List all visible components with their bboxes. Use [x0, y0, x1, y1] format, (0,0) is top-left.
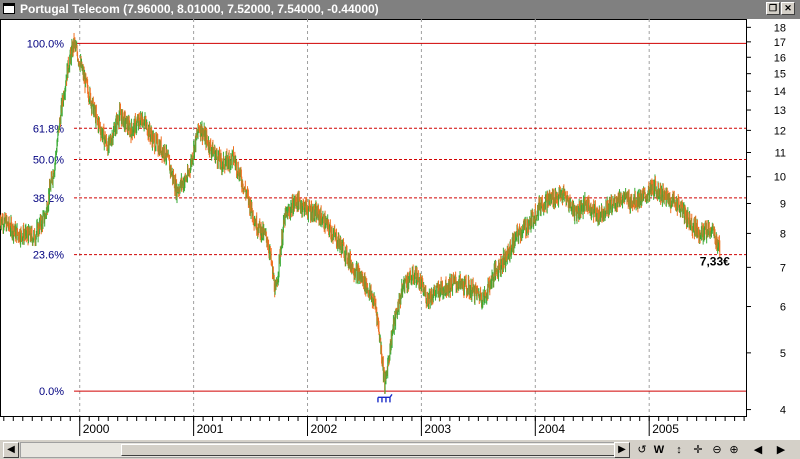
zoom-in-icon[interactable]: ⊕	[726, 442, 742, 458]
y-tick-label: 5	[780, 348, 786, 360]
refresh-icon[interactable]: ↺	[634, 442, 650, 458]
y-tick-label: 15	[774, 69, 786, 81]
fib-level-label: 0.0%	[39, 386, 64, 398]
x-tick-label: 2004	[538, 422, 565, 436]
fib-level-label: 23.6%	[33, 250, 64, 262]
plot-frame	[0, 19, 747, 417]
y-tick-label: 6	[780, 302, 786, 314]
window-icon[interactable]	[3, 3, 15, 14]
y-tick-label: 17	[774, 37, 786, 49]
vertical-move-icon[interactable]: ↕	[671, 442, 687, 458]
last-price-label: 7,33€	[700, 254, 730, 268]
pan-icon[interactable]: ✛	[690, 442, 706, 458]
chart-area[interactable]: 2000 2001 2002 2003 2004 2005 4 5 6 7 8 9 10 11 12 13 14…	[0, 19, 800, 439]
restore-icon[interactable]: ❐	[766, 2, 780, 15]
x-tick-label: 2000	[83, 422, 110, 436]
scroll-left-button[interactable]: ◀	[3, 442, 19, 458]
close-icon[interactable]: ✕	[781, 2, 795, 15]
y-tick-label: 13	[774, 105, 786, 117]
nav-left-icon[interactable]: ◀	[750, 442, 766, 458]
window-title: Portugal Telecom (7.96000, 8.01000, 7.52…	[20, 2, 379, 16]
title-bar: Portugal Telecom (7.96000, 8.01000, 7.52…	[0, 0, 800, 19]
y-tick-label: 4	[780, 405, 786, 417]
y-tick-label: 16	[774, 52, 786, 64]
zoom-out-icon[interactable]: ⊖	[709, 442, 725, 458]
x-tick-label: 2005	[652, 422, 679, 436]
price-chart[interactable]: 2000 2001 2002 2003 2004 2005 4 5 6 7 8 9 10 11 12 13 14…	[0, 19, 800, 439]
y-tick-label: 12	[774, 125, 786, 137]
week-period-button[interactable]: W	[651, 442, 667, 458]
y-tick-label: 14	[774, 86, 786, 98]
y-tick-label: 9	[780, 198, 786, 210]
y-tick-label: 7	[780, 262, 786, 274]
x-tick-label: 2003	[424, 422, 451, 436]
horizontal-scrollbar[interactable]	[20, 442, 620, 458]
y-tick-label: 8	[780, 228, 786, 240]
x-tick-label: 2001	[197, 422, 224, 436]
fib-level-label: 100.0%	[27, 38, 65, 50]
fib-level-label: 50.0%	[33, 155, 64, 167]
y-tick-label: 11	[775, 147, 786, 159]
scroll-toolbar: ◀ ▶ ↺ W ↕ ✛ ⊖ ⊕ ◀ ▶	[0, 439, 800, 459]
x-tick-label: 2002	[311, 422, 338, 436]
scrollbar-thumb[interactable]	[121, 444, 619, 456]
scroll-right-button[interactable]: ▶	[614, 442, 630, 458]
y-tick-label: 18	[774, 22, 786, 34]
y-tick-label: 10	[774, 172, 786, 184]
nav-right-icon[interactable]: ▶	[773, 442, 789, 458]
